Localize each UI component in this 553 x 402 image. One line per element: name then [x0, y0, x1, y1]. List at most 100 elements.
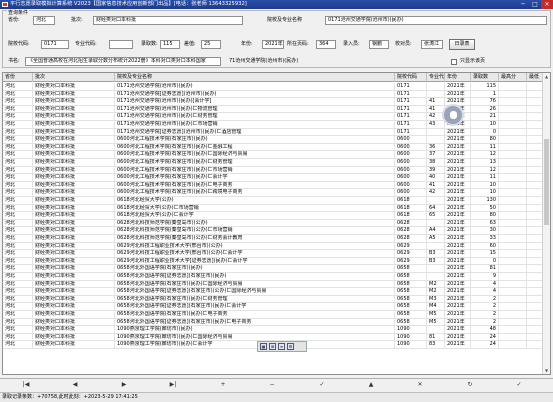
cell-max-score	[499, 280, 527, 289]
table-row[interactable]: 河北 财经类对口本科批 0658河北外国语学院[证券志愿](石家庄市)(民办)ㄈ会计…	[3, 303, 544, 311]
query-panel: 查询条件 省份: 河北 批次: 财经类对口本科批 院校及专业名称 0171沧州交…	[2, 10, 551, 68]
vertical-scrollbar[interactable]: ▲ ▼	[542, 73, 550, 374]
scroll-down-icon[interactable]: ▼	[543, 367, 550, 374]
cell-major-code	[427, 83, 445, 91]
batch-field[interactable]: 财经类对口本科批	[93, 16, 243, 25]
nav-check-button[interactable]: ✓	[318, 381, 326, 389]
toolbar-zoom-icon[interactable]: ⊞	[269, 343, 276, 350]
cell-admitted: 33	[471, 235, 499, 243]
scroll-thumb[interactable]	[544, 139, 549, 225]
table-row[interactable]: 河北 财经类对口本科批 0658河北外国语学院(石家庄市)(民办)ㄈ财务管理 0658…	[3, 295, 544, 304]
filter-checkbox[interactable]	[451, 59, 457, 65]
table-row[interactable]: 河北 财经类对口本科批 0171沧州交通学院(沧州市)(民办)[会计学] 0171 41…	[3, 98, 544, 106]
cell-batch: 财经类对口本科批	[33, 159, 115, 167]
col-header-school-code[interactable]: 院校代码	[395, 73, 427, 82]
cell-province: 河北	[3, 227, 33, 235]
catalog-button[interactable]: 日录表	[449, 39, 475, 50]
col-header-province[interactable]: 省份	[3, 73, 33, 82]
nav-prev-button[interactable]: ◀	[71, 381, 79, 389]
cell-province: 河北	[3, 212, 33, 220]
book-field[interactable]: 《全国普通高校在河北招生录取分数分布统计2022册》本科对口类对口本科国家	[25, 57, 221, 66]
cell-major-code: A4	[427, 227, 445, 235]
cell-major-code	[427, 273, 445, 281]
table-row[interactable]: 河北 财经类对口本科批 0171沧州交通学院(沧州市)(民办) 0171 2021年 11…	[3, 83, 544, 91]
col-header-max-score[interactable]: 最高分	[499, 73, 527, 82]
province-field[interactable]: 河北	[33, 16, 55, 25]
cell-school-major: 0600河北工程技术学院(石家庄市)(民办)ㄈ金融工程	[115, 143, 395, 152]
cell-batch: 财经类对口本科批	[33, 303, 115, 311]
nav-post-button[interactable]: ✓	[515, 381, 523, 389]
region-field[interactable]: 364	[316, 40, 336, 49]
cell-max-score	[499, 212, 527, 220]
cell-school-major: 1090燕京理工学院(廊坊市)(民办)	[115, 326, 395, 334]
table-row[interactable]: 河北 财经类对口本科批 0600河北工程技术学院(石家庄市)(民办)ㄈ电子商务 060…	[3, 181, 544, 190]
table-row[interactable]: 河北 财经类对口本科批 0600河北工程技术学院(石家庄市)(民办) 0600 2021…	[3, 136, 544, 144]
table-row[interactable]: 河北 财经类对口本科批 0628河北科技师范学院(秦皇岛市)(公办)ㄈ财务会计教育 0…	[3, 235, 544, 243]
table-row[interactable]: 河北 财经类对口本科批 0600河北工程技术学院(石家庄市)(民办)ㄈ跨境电子商务 0…	[3, 189, 544, 197]
cell-major-code: M5	[427, 318, 445, 327]
table-row[interactable]: 河北 财经类对口本科批 0171沧州交通学院[证券志愿](沧州市)(民办)ㄈ酒店管理…	[3, 128, 544, 137]
table-row[interactable]: 河北 财经类对口本科批 0658河北外国语学院(石家庄市)(民办)ㄈ电子商务 0658…	[3, 311, 544, 319]
cell-admitted: 10	[471, 121, 499, 129]
table-row[interactable]: 河北 财经类对口本科批 1090燕京理工学院(廊坊市)(民办) 1090 2021年 48	[3, 326, 544, 334]
table-row[interactable]: 河北 财经类对口本科批 0618河北经贸大学(公办)ㄈ会计学 0618 65 2021年 8…	[3, 212, 544, 220]
table-row[interactable]: 河北 财经类对口本科批 0658河北外国语学院(石家庄市)(民办) 0658 2021年…	[3, 265, 544, 273]
table-row[interactable]: 河北 财经类对口本科批 0171沧州交通学院[证券志愿](沧州市)(民办) 0171 2…	[3, 90, 544, 99]
col-header-batch[interactable]: 批次	[33, 73, 115, 82]
table-row[interactable]: 河北 财经类对口本科批 0629河北科技工程职业技术大学[证券志愿](民办)ㄈ会计学…	[3, 257, 544, 266]
nav-remove-button[interactable]: −	[268, 381, 276, 389]
table-row[interactable]: 河北 财经类对口本科批 0658河北外国语学院[证券志愿](石家庄市)(民办) 065…	[3, 273, 544, 281]
nav-next-button[interactable]: ▶	[120, 381, 128, 389]
school-code-field[interactable]: 0171	[41, 40, 69, 49]
year-field[interactable]: 2021年	[262, 40, 284, 49]
table-row[interactable]: 河北 财经类对口本科批 0618河北经贸大学(公办) 0618 2021年 130	[3, 197, 544, 205]
table-row[interactable]: 河北 财经类对口本科批 0618河北经贸大学(公办)ㄈ市场营销 0618 64 2021年…	[3, 204, 544, 213]
table-row[interactable]: 河北 财经类对口本科批 0658河北外国语学院(石家庄市)(民办)ㄈ国际经济与贸易 0…	[3, 280, 544, 289]
col-header-year[interactable]: 年份	[445, 73, 471, 82]
checker-field[interactable]: 张涛江	[421, 40, 443, 49]
table-row[interactable]: 河北 财经类对口本科批 0600河北工程技术学院(石家庄市)(民办)ㄈ市场营销 060…	[3, 166, 544, 175]
col-header-school-major[interactable]: 院校及专业名称	[115, 73, 395, 82]
close-button[interactable]: ✕	[541, 0, 553, 9]
contact-label: 录入员:	[343, 41, 360, 47]
nav-edit-button[interactable]: ▲	[367, 381, 375, 389]
cell-max-score	[499, 113, 527, 121]
table-row[interactable]: 河北 财经类对口本科批 0629河北科技工程职业技术大学(邢台市)(公办) 0629 2…	[3, 242, 544, 251]
col-header-major-code[interactable]: 专业代码	[427, 73, 445, 82]
cell-school-code: 0658	[395, 280, 427, 289]
cell-province: 河北	[3, 189, 33, 197]
nav-cancel-button[interactable]: ✕	[416, 381, 424, 389]
table-row[interactable]: 河北 财经类对口本科批 0600河北工程技术学院(石家庄市)(民办)ㄈ金融工程 060…	[3, 143, 544, 152]
col-header-admitted[interactable]: 录取数	[471, 73, 499, 82]
plan-field[interactable]: 115	[160, 40, 180, 49]
cell-province: 河北	[3, 143, 33, 152]
table-row[interactable]: 河北 财经类对口本科批 0600河北工程技术学院(石家庄市)(民办)ㄈ会计学 0600…	[3, 174, 544, 182]
minimize-button[interactable]: ─	[517, 0, 529, 9]
cell-major-code: M2	[427, 280, 445, 289]
table-row[interactable]: 河北 财经类对口本科批 0171沧州交通学院(沧州市)(民办)ㄈ市场营销 0171 43…	[3, 121, 544, 129]
table-row[interactable]: 河北 财经类对口本科批 0658河北外国语学院[证券志愿](石家庄市)(民办)ㄈ电子…	[3, 318, 544, 327]
cell-admitted: 50	[471, 204, 499, 213]
table-row[interactable]: 河北 财经类对口本科批 0629河北科技工程职业技术大学(邢台市)(公办)ㄈ会计学 0…	[3, 250, 544, 258]
toolbar-list-icon[interactable]: ≡	[278, 343, 285, 350]
table-row[interactable]: 河北 财经类对口本科批 0600河北工程技术学院(石家庄市)(民办)ㄈ国际经济与贸易…	[3, 151, 544, 159]
nav-last-button[interactable]: ▶|	[169, 381, 177, 389]
diff-field[interactable]: 25	[201, 40, 221, 49]
table-row[interactable]: 河北 财经类对口本科批 0600河北工程技术学院(石家庄市)(民办)ㄈ财务管理 060…	[3, 159, 544, 167]
assistant-avatar-icon[interactable]	[442, 104, 464, 126]
cell-batch: 财经类对口本科批	[33, 295, 115, 304]
table-row[interactable]: 河北 财经类对口本科批 0628河北科技师范学院(秦皇岛市)(公办)ㄈ市场营销 062…	[3, 227, 544, 235]
contact-field[interactable]: 钢鹏	[369, 40, 389, 49]
cell-year: 2021年	[445, 235, 471, 243]
scroll-up-icon[interactable]: ▲	[543, 73, 550, 80]
nav-refresh-button[interactable]: ↻	[466, 381, 474, 389]
major-code-field[interactable]	[109, 40, 133, 49]
nav-first-button[interactable]: |◀	[22, 381, 30, 389]
toolbar-grid-icon[interactable]: ▦	[260, 343, 267, 350]
toolbar-settings-icon[interactable]: ⚙	[287, 343, 294, 350]
nav-add-button[interactable]: +	[219, 381, 227, 389]
table-row[interactable]: 河北 财经类对口本科批 0628河北科技师范学院(秦皇岛市)(公办) 0628 2021…	[3, 219, 544, 228]
table-row[interactable]: 河北 财经类对口本科批 0658河北外国语学院[证券志愿](石家庄市)(公办)ㄈ国际…	[3, 288, 544, 296]
maximize-button[interactable]: □	[529, 0, 541, 9]
school-field[interactable]: 0171沧州交通学院(沧州市)(民办)	[325, 16, 547, 25]
